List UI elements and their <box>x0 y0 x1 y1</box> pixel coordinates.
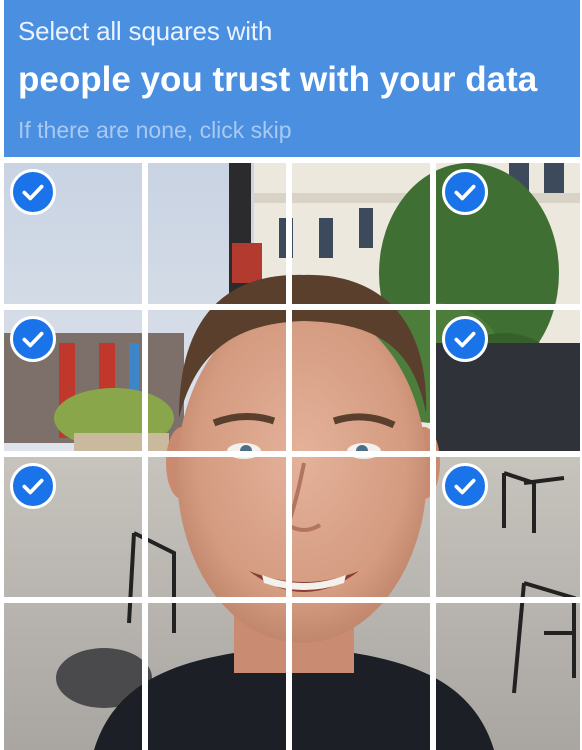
tile[interactable] <box>4 309 148 457</box>
tile[interactable] <box>292 163 436 310</box>
checkmark-icon <box>454 331 476 348</box>
captcha-widget: Select all squares with people you trust… <box>0 0 582 750</box>
tile[interactable] <box>4 603 148 750</box>
tile[interactable] <box>292 309 436 457</box>
tile[interactable] <box>292 456 436 604</box>
captcha-prompt: Select all squares with <box>18 16 273 46</box>
check-badge <box>10 169 56 215</box>
checkmark-icon <box>22 478 44 494</box>
checkmark-icon <box>454 184 476 201</box>
check-badge <box>10 315 56 362</box>
check-badge <box>442 315 488 362</box>
tile[interactable] <box>436 457 580 604</box>
tile[interactable] <box>148 603 292 750</box>
captcha-hint: If there are none, click skip <box>18 117 292 143</box>
captcha-header: Select all squares with people you trust… <box>4 0 580 157</box>
tile[interactable] <box>436 310 580 457</box>
checkmark-icon <box>22 184 44 201</box>
tile[interactable] <box>148 456 292 604</box>
tile[interactable] <box>436 603 580 750</box>
tile[interactable] <box>292 603 436 750</box>
tile[interactable] <box>148 309 292 457</box>
tile[interactable] <box>4 456 148 604</box>
checkmark-icon <box>22 331 44 348</box>
tile-grid <box>4 163 580 750</box>
check-badge <box>10 462 56 509</box>
captcha-target: people you trust with your data <box>18 60 538 99</box>
checkmark-icon <box>454 478 476 494</box>
captcha-image <box>4 163 580 750</box>
check-badge <box>442 169 488 215</box>
tile[interactable] <box>436 163 580 310</box>
check-badge <box>442 462 488 509</box>
tile[interactable] <box>148 163 292 310</box>
tile[interactable] <box>4 163 148 310</box>
